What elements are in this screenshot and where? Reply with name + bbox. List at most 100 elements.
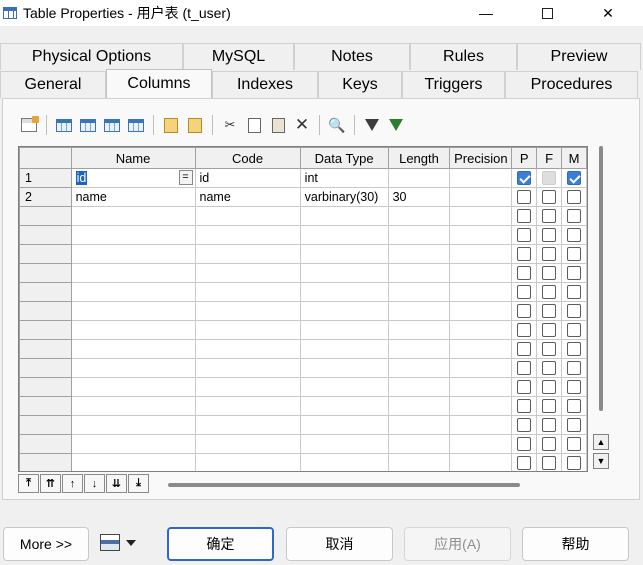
empty-cell[interactable] [387, 244, 451, 264]
row-number[interactable] [19, 396, 72, 416]
f-checkbox[interactable] [542, 323, 557, 338]
f-checkbox[interactable] [542, 342, 557, 357]
empty-row[interactable] [19, 377, 587, 397]
delete-button[interactable]: ✕ [291, 114, 313, 136]
p-checkbox[interactable] [517, 456, 532, 471]
m-checkbox[interactable] [567, 418, 582, 433]
tab-preview[interactable]: Preview [517, 43, 641, 70]
tab-rules[interactable]: Rules [410, 43, 517, 70]
minimize-button[interactable]: — [463, 0, 509, 26]
empty-cell[interactable] [299, 339, 389, 359]
copy-button[interactable] [243, 114, 265, 136]
empty-cell[interactable] [299, 396, 389, 416]
empty-cell[interactable] [299, 320, 389, 340]
empty-cell[interactable] [449, 377, 513, 397]
empty-cell[interactable] [387, 263, 451, 283]
empty-cell[interactable] [449, 244, 513, 264]
empty-cell[interactable] [387, 225, 451, 245]
print-dropdown-button[interactable] [100, 534, 136, 551]
empty-cell[interactable] [194, 358, 301, 378]
empty-row[interactable] [19, 358, 587, 378]
column-header-p[interactable]: P [511, 147, 538, 169]
f-checkbox[interactable] [542, 399, 557, 414]
f-checkbox[interactable] [542, 190, 557, 205]
row-number[interactable] [19, 206, 72, 226]
empty-cell[interactable] [299, 206, 389, 226]
empty-row[interactable] [19, 206, 587, 226]
empty-cell[interactable] [194, 206, 301, 226]
empty-cell[interactable] [194, 225, 301, 245]
empty-cell[interactable] [299, 301, 389, 321]
empty-cell[interactable] [387, 282, 451, 302]
f-checkbox[interactable] [542, 437, 557, 452]
empty-cell[interactable] [70, 301, 196, 321]
paste-button[interactable] [267, 114, 289, 136]
tab-keys[interactable]: Keys [318, 71, 402, 98]
empty-cell[interactable] [387, 434, 451, 454]
m-checkbox[interactable] [567, 285, 582, 300]
empty-cell[interactable] [449, 282, 513, 302]
vertical-scroll-thumb[interactable] [599, 146, 603, 411]
m-checkbox[interactable] [567, 361, 582, 376]
maximize-button[interactable] [524, 0, 570, 26]
p-checkbox[interactable] [517, 247, 532, 262]
empty-cell[interactable] [387, 358, 451, 378]
f-checkbox[interactable] [542, 456, 557, 471]
empty-row[interactable] [19, 320, 587, 340]
m-checkbox[interactable] [567, 380, 582, 395]
row-number[interactable] [19, 453, 72, 471]
f-checkbox[interactable] [542, 266, 557, 281]
empty-cell[interactable] [70, 434, 196, 454]
move-page-down-button[interactable]: ⇊ [106, 474, 127, 493]
empty-row[interactable] [19, 415, 587, 435]
m-checkbox[interactable] [567, 437, 582, 452]
cell-datatype[interactable]: varbinary(30) [299, 187, 389, 207]
cell-precision[interactable] [449, 187, 513, 207]
empty-cell[interactable] [299, 377, 389, 397]
empty-row[interactable] [19, 453, 587, 471]
m-checkbox[interactable] [567, 266, 582, 281]
empty-cell[interactable] [387, 339, 451, 359]
row-number[interactable] [19, 434, 72, 454]
row-number[interactable] [19, 377, 72, 397]
cell-datatype[interactable]: int [299, 168, 389, 188]
m-checkbox[interactable] [567, 209, 582, 224]
empty-cell[interactable] [387, 320, 451, 340]
cell-code[interactable]: id [194, 168, 301, 188]
cell-name[interactable]: id = [70, 168, 196, 188]
f-checkbox[interactable] [542, 247, 557, 262]
row-number[interactable] [19, 339, 72, 359]
cell-length[interactable] [387, 168, 451, 188]
more-button[interactable]: More >> [3, 527, 89, 561]
column-header-f[interactable]: F [536, 147, 563, 169]
horizontal-scrollbar[interactable] [168, 483, 520, 487]
p-checkbox[interactable] [517, 342, 532, 357]
empty-cell[interactable] [70, 377, 196, 397]
move-to-top-button[interactable]: ⤒ [18, 474, 39, 493]
empty-cell[interactable] [387, 396, 451, 416]
empty-cell[interactable] [449, 396, 513, 416]
scroll-down-button[interactable]: ▼ [593, 453, 609, 469]
row-number[interactable]: 1 [19, 168, 72, 188]
empty-cell[interactable] [449, 453, 513, 471]
column-header-length[interactable]: Length [387, 147, 451, 169]
empty-cell[interactable] [194, 434, 301, 454]
cell-length[interactable]: 30 [387, 187, 451, 207]
p-checkbox[interactable] [517, 190, 532, 205]
empty-cell[interactable] [194, 453, 301, 471]
empty-cell[interactable] [194, 339, 301, 359]
empty-cell[interactable] [194, 244, 301, 264]
f-checkbox[interactable] [542, 380, 557, 395]
empty-cell[interactable] [70, 282, 196, 302]
f-checkbox[interactable] [542, 418, 557, 433]
empty-cell[interactable] [70, 244, 196, 264]
empty-cell[interactable] [449, 320, 513, 340]
row-number[interactable]: 2 [19, 187, 72, 207]
tab-physical-options[interactable]: Physical Options [0, 43, 183, 70]
m-checkbox[interactable] [567, 247, 582, 262]
help-button[interactable]: 帮助 [522, 527, 629, 561]
empty-cell[interactable] [70, 453, 196, 471]
empty-cell[interactable] [449, 339, 513, 359]
f-checkbox[interactable] [542, 304, 557, 319]
empty-cell[interactable] [299, 225, 389, 245]
